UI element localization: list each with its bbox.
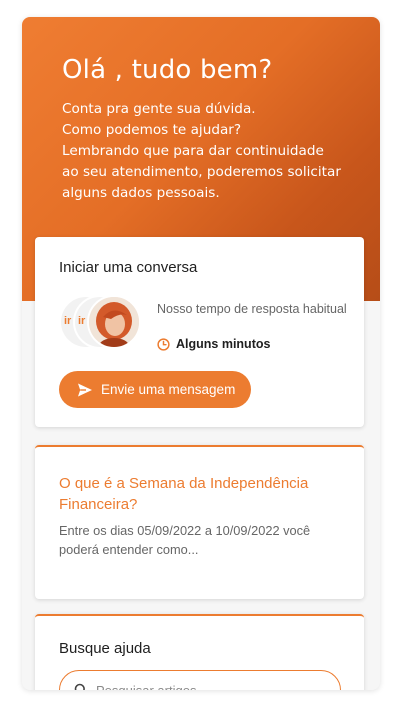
search-box[interactable] (59, 670, 341, 690)
article-excerpt: Entre os dias 05/09/2022 a 10/09/2022 vo… (59, 523, 311, 557)
help-search-card: Busque ajuda (35, 614, 364, 690)
article-card[interactable]: O que é a Semana da Independência Financ… (35, 445, 364, 599)
conversation-title: Iniciar uma conversa (59, 259, 198, 276)
send-message-label: Envie uma mensagem (101, 382, 236, 397)
intro-line: Como podemos te ajudar? (62, 122, 242, 138)
clock-icon (157, 337, 170, 351)
response-time: Alguns minutos (157, 337, 270, 351)
response-time-value: Alguns minutos (176, 337, 271, 351)
article-title[interactable]: O que é a Semana da Independência Financ… (59, 473, 343, 515)
search-icon (74, 683, 85, 690)
send-icon (78, 383, 92, 396)
intro-line: Lembrando que para dar continuidade (62, 143, 324, 159)
team-avatars: ir ir (59, 295, 147, 351)
greeting-intro: Conta pra gente sua dúvida. Como podemos… (62, 99, 362, 204)
response-time-label: Nosso tempo de resposta habitual (157, 302, 347, 316)
intro-line: ao seu atendimento, poderemos solicitar (62, 164, 341, 180)
brand-logo-icon: ir (64, 315, 72, 327)
start-conversation-card: Iniciar uma conversa ir ir Nosso tempo d… (35, 237, 364, 427)
brand-logo-icon: ir (78, 315, 86, 327)
messenger-widget: Olá , tudo bem? Conta pra gente sua dúvi… (22, 17, 380, 690)
send-message-button[interactable]: Envie uma mensagem (59, 371, 251, 408)
intro-line: alguns dados pessoais. (62, 185, 220, 201)
help-title: Busque ajuda (59, 640, 151, 657)
search-input[interactable] (96, 682, 316, 690)
avatar (87, 295, 141, 349)
agent-portrait-icon (89, 297, 139, 347)
intro-line: Conta pra gente sua dúvida. (62, 101, 256, 117)
greeting-title: Olá , tudo bem? (62, 55, 273, 85)
